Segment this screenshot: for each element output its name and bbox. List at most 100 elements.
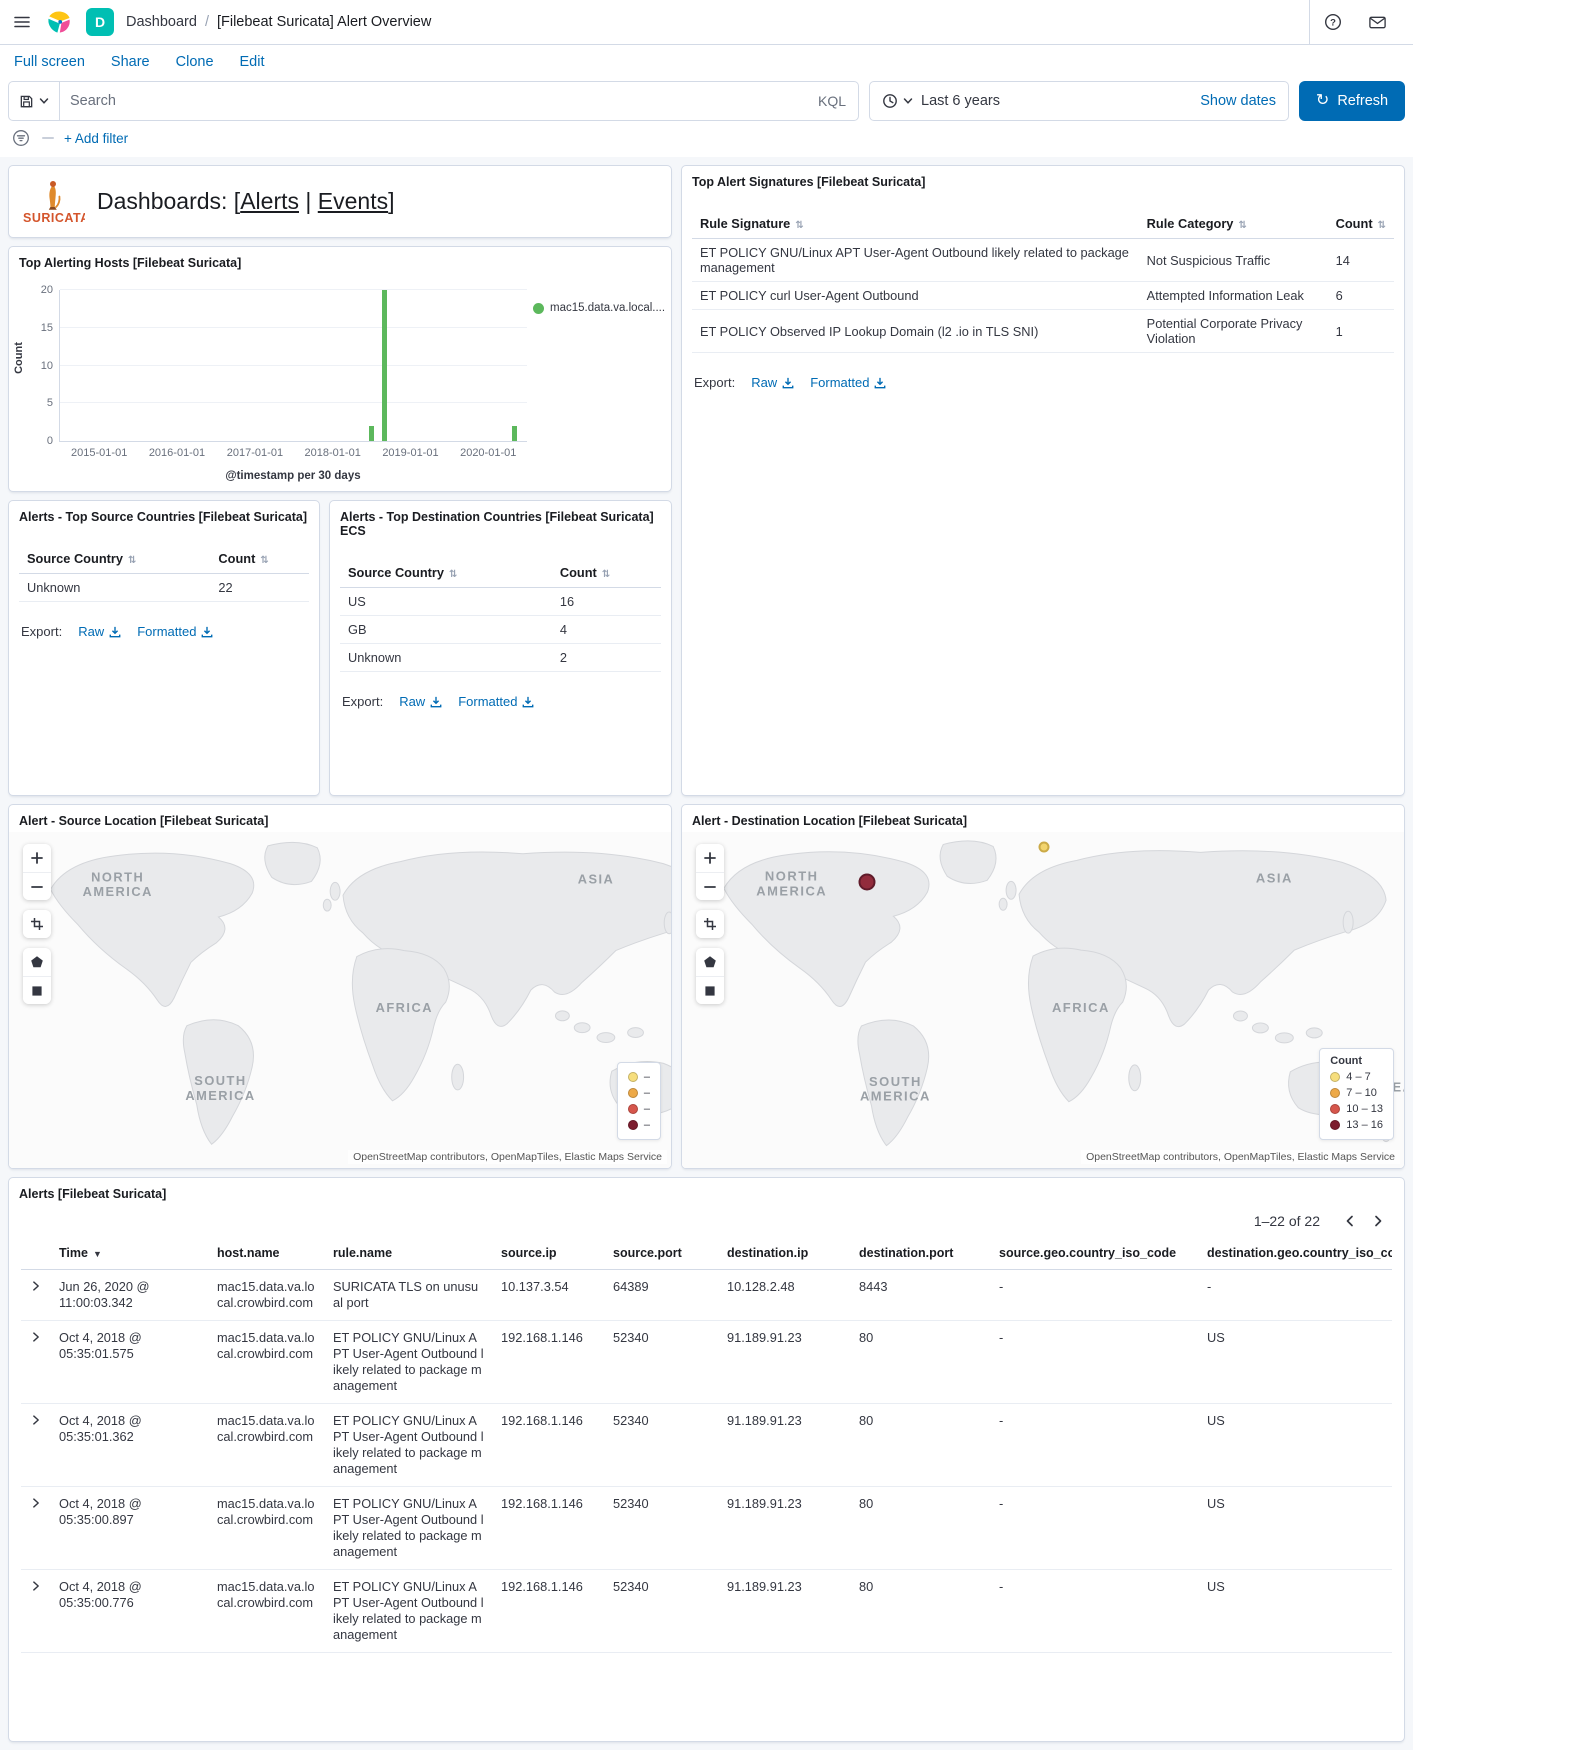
legend-swatch	[1330, 1088, 1340, 1098]
legend-swatch	[628, 1104, 638, 1114]
column-header[interactable]: Count⇅	[552, 558, 661, 588]
column-header[interactable]: Source Country⇅	[19, 544, 210, 574]
fit-data-bounds-button[interactable]	[696, 910, 724, 938]
alert-cell: 52340	[605, 1320, 719, 1403]
alert-cell: 80	[851, 1320, 991, 1403]
map-marker[interactable]	[1038, 841, 1049, 852]
legend-item: –	[628, 1101, 650, 1117]
legend-swatch	[1330, 1120, 1340, 1130]
alerts-dashboard-link[interactable]: Alerts	[240, 188, 299, 214]
table-cell: 2	[552, 644, 661, 672]
map-attribution[interactable]: OpenStreetMap contributors, OpenMapTiles…	[348, 1150, 667, 1164]
column-header[interactable]: Source Country⇅	[340, 558, 552, 588]
dst-countries-header-row: Source Country⇅Count⇅	[340, 558, 661, 588]
help-icon[interactable]: ?	[1322, 11, 1344, 33]
time-picker-menu-button[interactable]	[882, 93, 913, 109]
column-header-destination-geo-country-iso-code[interactable]: destination.geo.country_iso_code	[1199, 1237, 1392, 1270]
panel-title: Alert - Destination Location [Filebeat S…	[682, 805, 1404, 832]
previous-page-button[interactable]	[1338, 1211, 1362, 1231]
y-axis-tick-label: 20	[41, 284, 53, 296]
alert-cell: 80	[851, 1486, 991, 1569]
svg-text:?: ?	[1330, 18, 1336, 29]
column-header-destination-port[interactable]: destination.port	[851, 1237, 991, 1270]
x-axis-tick-label: 2015-01-01	[71, 447, 127, 459]
saved-query-menu-button[interactable]	[9, 82, 60, 120]
zoom-out-button[interactable]	[696, 872, 724, 900]
edit-link[interactable]: Edit	[240, 54, 265, 70]
map-attribution[interactable]: OpenStreetMap contributors, OpenMapTiles…	[1081, 1150, 1400, 1164]
column-header[interactable]: Rule Signature⇅	[692, 209, 1139, 239]
export-raw-link[interactable]: Raw	[78, 624, 121, 639]
expand-row-button[interactable]	[21, 1486, 51, 1569]
expander-column-header	[21, 1237, 51, 1270]
sig-body: ET POLICY GNU/Linux APT User-Agent Outbo…	[692, 239, 1394, 353]
breadcrumb-dashboard[interactable]: Dashboard	[126, 14, 197, 30]
legend-dot	[533, 303, 544, 314]
expand-row-button[interactable]	[21, 1320, 51, 1403]
mail-icon[interactable]	[1366, 11, 1389, 34]
column-header[interactable]: Count⇅	[1328, 209, 1394, 239]
table-cell: Attempted Information Leak	[1139, 282, 1328, 310]
refresh-button[interactable]: ↻ Refresh	[1299, 81, 1405, 121]
column-header-rule-name[interactable]: rule.name	[325, 1237, 493, 1270]
events-dashboard-link[interactable]: Events	[318, 188, 388, 214]
map-marker[interactable]	[858, 874, 875, 891]
export-formatted-link[interactable]: Formatted	[810, 375, 886, 390]
dashboard-grid: SURICATA Dashboards: [Alerts | Events] T…	[0, 157, 1413, 1750]
space-avatar[interactable]: D	[86, 8, 114, 36]
x-axis-tick-label: 2019-01-01	[382, 447, 438, 459]
destination-map-canvas[interactable]: NORTHAMERICAASIAAFRICASOUTHAMERICAOCEANI…	[682, 832, 1404, 1168]
zoom-in-button[interactable]	[696, 844, 724, 872]
dashboard-top-nav: Full screen Share Clone Edit	[0, 45, 1413, 79]
legend-label: –	[644, 1087, 650, 1099]
chart-gridline	[60, 289, 527, 290]
show-dates-button[interactable]: Show dates	[1200, 93, 1276, 109]
expand-row-button[interactable]	[21, 1403, 51, 1486]
export-formatted-link[interactable]: Formatted	[137, 624, 213, 639]
share-link[interactable]: Share	[111, 54, 150, 70]
filter-icon[interactable]	[10, 127, 32, 149]
bar[interactable]	[369, 426, 374, 441]
bar[interactable]	[512, 426, 517, 441]
clone-link[interactable]: Clone	[176, 54, 214, 70]
draw-rectangle-tool-button[interactable]	[23, 976, 51, 1004]
export-raw-link[interactable]: Raw	[399, 694, 442, 709]
column-header-source-ip[interactable]: source.ip	[493, 1237, 605, 1270]
column-header[interactable]: Rule Category⇅	[1139, 209, 1328, 239]
y-axis-tick-label: 15	[41, 322, 53, 334]
zoom-in-button[interactable]	[23, 844, 51, 872]
source-map-canvas[interactable]: NORTHAMERICAASIAAFRICASOUTHAMERICAOCEANI…	[9, 832, 671, 1168]
sig-header-row: Rule Signature⇅Rule Category⇅Count⇅	[692, 209, 1394, 239]
column-header-source-geo-country-iso-code[interactable]: source.geo.country_iso_code	[991, 1237, 1199, 1270]
export-formatted-link[interactable]: Formatted	[458, 694, 534, 709]
time-range-label[interactable]: Last 6 years	[921, 93, 1000, 109]
expand-row-button[interactable]	[21, 1569, 51, 1652]
column-header[interactable]: Count⇅	[210, 544, 309, 574]
draw-polygon-tool-button[interactable]	[23, 948, 51, 976]
table-cell: 22	[210, 574, 309, 602]
bar[interactable]	[382, 290, 387, 441]
fit-data-bounds-button[interactable]	[23, 910, 51, 938]
table-cell: ET POLICY GNU/Linux APT User-Agent Outbo…	[692, 239, 1139, 282]
draw-rectangle-tool-button[interactable]	[696, 976, 724, 1004]
column-header-host-name[interactable]: host.name	[209, 1237, 325, 1270]
chart-legend[interactable]: mac15.data.va.local....	[533, 274, 671, 482]
export-raw-link[interactable]: Raw	[751, 375, 794, 390]
alert-cell: Oct 4, 2018 @ 05:35:01.362	[51, 1403, 209, 1486]
column-header-time[interactable]: Time▼	[51, 1237, 209, 1270]
hamburger-menu-icon[interactable]	[12, 12, 32, 32]
draw-polygon-tool-button[interactable]	[696, 948, 724, 976]
suricata-logo-text: SURICATA	[23, 211, 85, 225]
next-page-button[interactable]	[1366, 1211, 1390, 1231]
zoom-out-button[interactable]	[23, 872, 51, 900]
column-header-destination-ip[interactable]: destination.ip	[719, 1237, 851, 1270]
search-input[interactable]	[60, 93, 806, 109]
add-filter-button[interactable]: + Add filter	[64, 131, 128, 146]
legend-item: 4 – 7	[1330, 1069, 1383, 1085]
elastic-logo[interactable]	[44, 7, 74, 37]
column-header-source-port[interactable]: source.port	[605, 1237, 719, 1270]
full-screen-link[interactable]: Full screen	[14, 54, 85, 70]
alert-cell: mac15.data.va.local.crowbird.com	[209, 1486, 325, 1569]
kql-syntax-button[interactable]: KQL	[806, 93, 858, 109]
expand-row-button[interactable]	[21, 1270, 51, 1321]
